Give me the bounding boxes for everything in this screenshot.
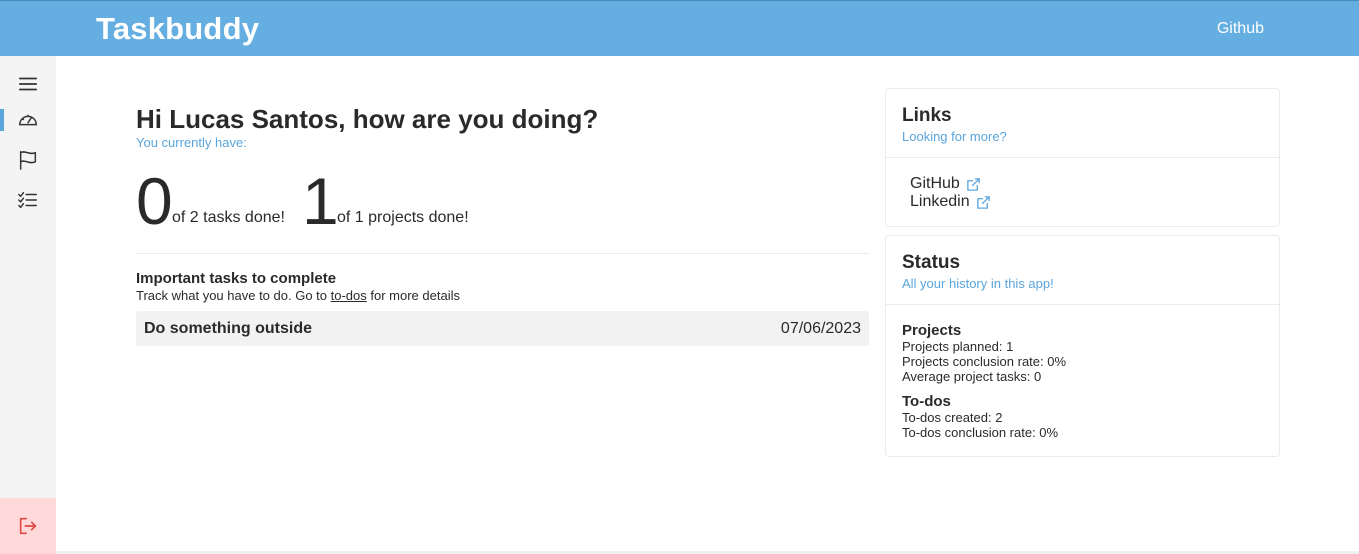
links-card-header: Links Looking for more? xyxy=(886,89,1279,158)
logout-button[interactable] xyxy=(0,498,56,554)
tasks-done-count: 0 xyxy=(136,164,173,238)
todos-created: To-dos created: 2 xyxy=(902,410,1003,425)
status-card-subtitle: All your history in this app! xyxy=(902,276,1054,291)
link-label: Linkedin xyxy=(910,193,970,210)
status-card: Status All your history in this app! Pro… xyxy=(885,235,1280,457)
links-card-title: Links xyxy=(902,105,952,126)
link-label: GitHub xyxy=(910,175,960,192)
important-tasks-heading: Important tasks to complete xyxy=(136,270,337,287)
todos-section-title: To-dos xyxy=(902,393,951,410)
tasks-done-label: of 2 tasks done! xyxy=(172,209,285,226)
flag-icon xyxy=(19,151,37,170)
todos-conclusion-rate: To-dos conclusion rate: 0% xyxy=(902,425,1059,440)
page-title: Hi Lucas Santos, how are you doing? xyxy=(136,104,599,134)
sidebar-item-todos[interactable] xyxy=(0,182,56,218)
links-card: Links Looking for more? GitHub Linkedin xyxy=(885,88,1280,227)
projects-done-count: 1 xyxy=(302,164,339,238)
task-name: Do something outside xyxy=(144,320,312,337)
external-link-icon xyxy=(967,177,980,191)
description-text-end: for more details xyxy=(366,288,460,303)
link-list: GitHub Linkedin xyxy=(910,175,991,211)
section-divider xyxy=(136,253,869,254)
top-navbar: Taskbuddy Github xyxy=(0,0,1359,56)
projects-done-label: of 1 projects done! xyxy=(337,209,469,226)
sidebar-item-dashboard[interactable] xyxy=(0,102,56,138)
status-body: Projects Projects planned: 1 Projects co… xyxy=(902,322,1066,440)
dashboard-main: Hi Lucas Santos, how are you doing? You … xyxy=(136,100,869,346)
sidebar-item-projects[interactable] xyxy=(0,142,56,178)
checklist-icon xyxy=(18,191,37,209)
sidebar-menu-toggle[interactable] xyxy=(0,66,56,102)
projects-planned: Projects planned: 1 xyxy=(902,339,1014,354)
task-row[interactable]: Do something outside 07/06/2023 xyxy=(136,311,869,346)
description-text: Track what you have to do. Go to xyxy=(136,288,331,303)
progress-stats: 0 of 2 tasks done! 1 of 1 projects done! xyxy=(136,168,869,238)
links-card-subtitle: Looking for more? xyxy=(902,129,1007,144)
important-tasks-description: Track what you have to do. Go to to-dos … xyxy=(136,288,460,303)
task-date: 07/06/2023 xyxy=(780,320,861,337)
external-link-icon xyxy=(976,195,990,209)
status-card-title: Status xyxy=(902,252,961,273)
linkedin-external-link[interactable]: Linkedin xyxy=(910,193,991,211)
average-project-tasks: Average project tasks: 0 xyxy=(902,369,1042,384)
dashboard-gauge-icon xyxy=(19,114,37,126)
todos-link[interactable]: to-dos xyxy=(331,288,367,303)
github-external-link[interactable]: GitHub xyxy=(910,175,991,193)
projects-section-title: Projects xyxy=(902,322,962,339)
github-nav-link[interactable]: Github xyxy=(1217,20,1264,38)
sidebar xyxy=(0,56,56,554)
app-brand[interactable]: Taskbuddy xyxy=(96,11,259,47)
status-card-header: Status All your history in this app! xyxy=(886,236,1279,305)
menu-icon xyxy=(18,77,38,91)
logout-icon xyxy=(19,517,37,535)
projects-conclusion-rate: Projects conclusion rate: 0% xyxy=(902,354,1067,369)
